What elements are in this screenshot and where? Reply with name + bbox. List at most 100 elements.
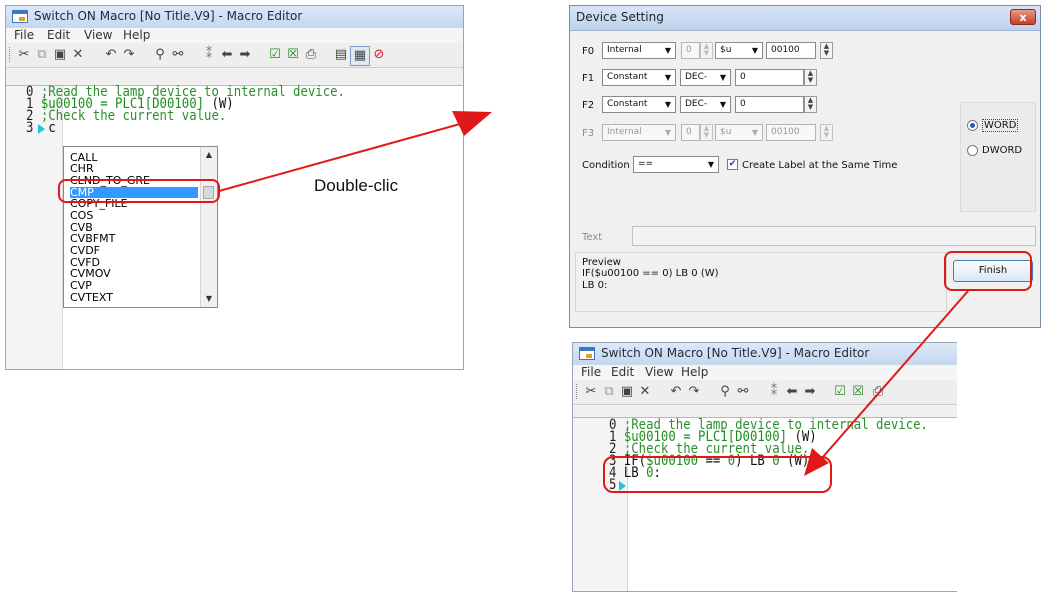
- f3-prefix-select[interactable]: $u ▼: [715, 124, 763, 141]
- dword-radio-label[interactable]: DWORD: [982, 145, 1022, 156]
- f3-format-spinner[interactable]: ▲ ▼: [700, 124, 713, 141]
- f1-format-select[interactable]: DEC- ▼: [680, 69, 731, 86]
- scroll-up-icon[interactable]: ▲: [201, 147, 217, 163]
- paste-icon[interactable]: ▣: [51, 46, 69, 64]
- forward-icon[interactable]: ➡: [801, 383, 819, 401]
- cmp-highlight: [58, 179, 220, 203]
- autocomplete-item[interactable]: COS: [70, 210, 198, 221]
- cut-icon[interactable]: ✂: [15, 46, 33, 64]
- f3-address-spinner[interactable]: ▲ ▼: [820, 124, 833, 141]
- menu-file[interactable]: File: [581, 365, 601, 379]
- f2-value-field[interactable]: 0: [735, 96, 804, 113]
- find-icon[interactable]: ⚲: [151, 46, 169, 64]
- condition-label: Condition: [582, 160, 630, 171]
- bookmark-icon[interactable]: ⁑: [200, 46, 218, 64]
- menu-help[interactable]: Help: [681, 365, 708, 379]
- window-title: Switch ON Macro [No Title.V9] - Macro Ed…: [34, 9, 303, 23]
- check-icon[interactable]: ☑: [266, 46, 284, 64]
- toolbar: ✂ ⧉ ▣ ✕ ↶ ↷ ⚲ ⚯ ⁑ ⬅ ➡ ☑ ☒ ⎙: [573, 380, 957, 405]
- preview-line-1: IF($u00100 == 0) LB 0 (W): [582, 268, 719, 279]
- row-label-f2: F2: [582, 100, 595, 111]
- f2-type-select[interactable]: Constant ▼: [602, 96, 676, 113]
- f0-prefix-select[interactable]: $u ▼: [715, 42, 763, 59]
- dword-radio[interactable]: [967, 145, 978, 156]
- f3-address-field[interactable]: 00100: [766, 124, 816, 141]
- stop-icon[interactable]: ⊘: [370, 46, 388, 64]
- close-icon[interactable]: x: [1010, 9, 1036, 25]
- cut-icon[interactable]: ✂: [582, 383, 600, 401]
- delete-icon[interactable]: ✕: [636, 383, 654, 401]
- toolbar: ✂ ⧉ ▣ ✕ ↶ ↷ ⚲ ⚯ ⁑ ⬅ ➡ ☑ ☒ ⎙ ▤ ▦ ⊘: [6, 43, 463, 68]
- create-label-text: Create Label at the Same Time: [742, 160, 898, 171]
- find-icon[interactable]: ⚲: [716, 383, 734, 401]
- check-all-icon[interactable]: ☒: [284, 46, 302, 64]
- register-icon[interactable]: ▤: [332, 46, 350, 64]
- code-line-2: 2 ;Check the current value.: [26, 108, 227, 124]
- autocomplete-item[interactable]: CVDF: [70, 245, 198, 256]
- dialog-title: Device Setting: [576, 10, 664, 24]
- scroll-down-icon[interactable]: ▼: [201, 291, 217, 307]
- f0-type-select[interactable]: Internal ▼: [602, 42, 676, 59]
- delete-icon[interactable]: ✕: [69, 46, 87, 64]
- redo-icon[interactable]: ↷: [685, 383, 703, 401]
- copy-icon[interactable]: ⧉: [33, 46, 51, 64]
- text-label: Text: [582, 232, 603, 243]
- autocomplete-item[interactable]: CVMOV: [70, 268, 198, 279]
- autocomplete-scrollbar[interactable]: ▲ ▼: [200, 147, 217, 307]
- word-radio[interactable]: [967, 120, 978, 131]
- print-icon[interactable]: ⎙: [869, 383, 887, 401]
- double-click-note: Double-clic: [314, 176, 399, 195]
- f1-value-field[interactable]: 0: [735, 69, 804, 86]
- f0-address-spinner[interactable]: ▲ ▼: [820, 42, 833, 59]
- menu-view[interactable]: View: [84, 28, 112, 42]
- code-editor[interactable]: 0 ;Read the lamp device to internal devi…: [573, 417, 957, 591]
- view-number-icon[interactable]: ▦: [350, 46, 370, 66]
- replace-icon[interactable]: ⚯: [734, 383, 752, 401]
- paste-icon[interactable]: ▣: [618, 383, 636, 401]
- f2-value-spinner[interactable]: ▲ ▼: [804, 96, 817, 113]
- text-field[interactable]: [632, 226, 1036, 246]
- replace-icon[interactable]: ⚯: [169, 46, 187, 64]
- word-radio-label[interactable]: WORD: [982, 119, 1019, 132]
- check-icon[interactable]: ☑: [831, 383, 849, 401]
- menu-bar: File Edit View Help: [6, 28, 463, 43]
- back-icon[interactable]: ⬅: [218, 46, 236, 64]
- create-label-checkbox[interactable]: ✔: [727, 159, 738, 170]
- toolbar-grip[interactable]: [9, 47, 13, 62]
- f1-type-select[interactable]: Constant ▼: [602, 69, 676, 86]
- f0-format-field[interactable]: 0: [681, 42, 700, 59]
- f1-value-spinner[interactable]: ▲ ▼: [804, 69, 817, 86]
- f2-format-select[interactable]: DEC- ▼: [680, 96, 731, 113]
- undo-icon[interactable]: ↶: [667, 383, 685, 401]
- menu-edit[interactable]: Edit: [47, 28, 70, 42]
- autocomplete-item[interactable]: CVBFMT: [70, 233, 198, 244]
- menu-edit[interactable]: Edit: [611, 365, 634, 379]
- condition-select[interactable]: == ▼: [633, 156, 719, 173]
- print-icon[interactable]: ⎙: [302, 46, 320, 64]
- row-label-f3: F3: [582, 128, 595, 139]
- inserted-code-highlight: [603, 456, 832, 493]
- menu-file[interactable]: File: [14, 28, 34, 42]
- menu-bar: File Edit View Help: [573, 365, 957, 380]
- copy-icon[interactable]: ⧉: [600, 383, 618, 401]
- undo-icon[interactable]: ↶: [102, 46, 120, 64]
- autocomplete-item[interactable]: CHR: [70, 163, 198, 174]
- f0-address-field[interactable]: 00100: [766, 42, 816, 59]
- f0-format-spinner[interactable]: ▲ ▼: [700, 42, 713, 59]
- f3-type-select[interactable]: Internal ▼: [602, 124, 676, 141]
- autocomplete-list[interactable]: CALL CHR CLND_TO_GRE CMP COPY_FILE COS C…: [63, 146, 218, 308]
- autocomplete-item[interactable]: CVTEXT: [70, 292, 198, 303]
- finish-highlight: [944, 251, 1032, 291]
- toolbar-grip[interactable]: [576, 384, 580, 399]
- f3-format-field[interactable]: 0: [681, 124, 700, 141]
- app-icon: [579, 347, 595, 360]
- autocomplete-item[interactable]: CVP: [70, 280, 198, 291]
- current-line-marker-icon: [38, 124, 45, 134]
- back-icon[interactable]: ⬅: [783, 383, 801, 401]
- check-all-icon[interactable]: ☒: [849, 383, 867, 401]
- bookmark-icon[interactable]: ⁑: [765, 383, 783, 401]
- forward-icon[interactable]: ➡: [236, 46, 254, 64]
- menu-view[interactable]: View: [645, 365, 673, 379]
- menu-help[interactable]: Help: [123, 28, 150, 42]
- redo-icon[interactable]: ↷: [120, 46, 138, 64]
